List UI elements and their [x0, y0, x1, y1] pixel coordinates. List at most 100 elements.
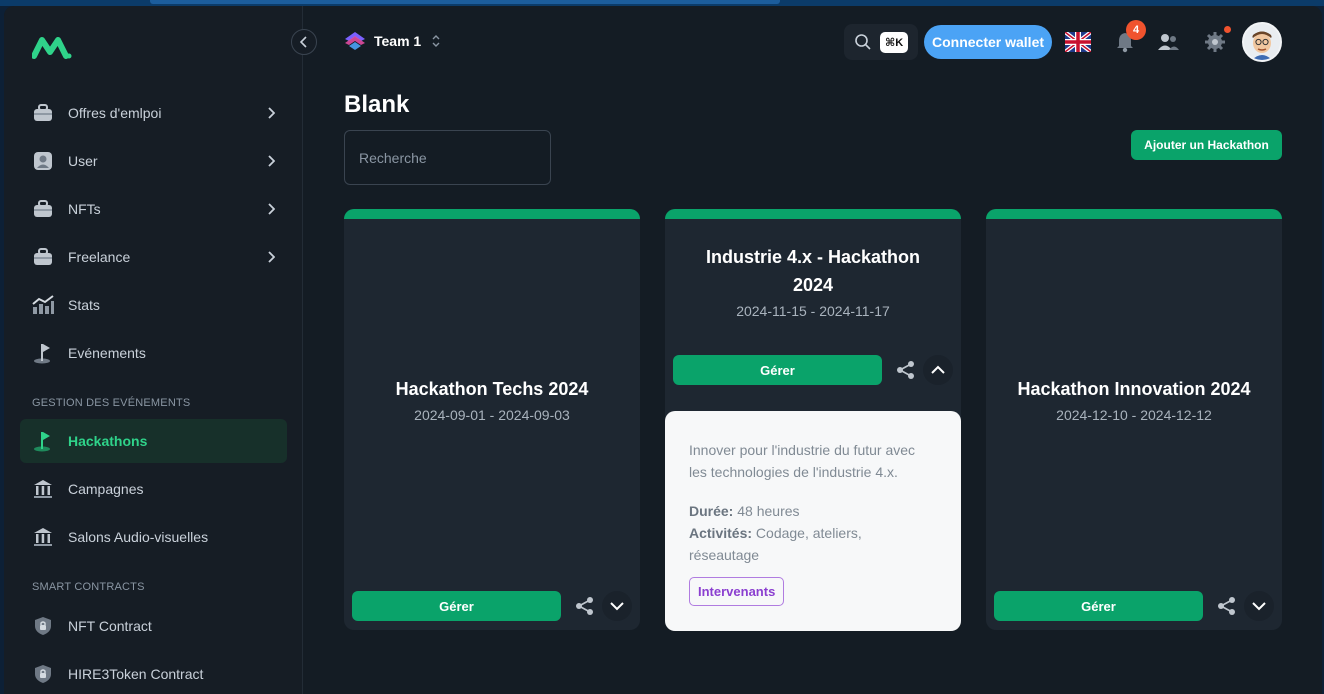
- hackathon-card: Hackathon Techs 2024 2024-09-01 - 2024-0…: [344, 209, 640, 630]
- activities-value-line2: réseautage: [689, 547, 760, 563]
- sidebar-item-label: Campagnes: [68, 481, 144, 497]
- intervenants-tag[interactable]: Intervenants: [689, 577, 785, 606]
- expand-button[interactable]: [602, 591, 632, 621]
- card-title: Hackathon Innovation 2024: [1017, 379, 1251, 399]
- language-flag-button[interactable]: [1064, 28, 1092, 56]
- page-title: Blank: [344, 91, 410, 118]
- activities-value: Codage, ateliers,: [755, 525, 862, 541]
- sidebar-item-label: Salons Audio-visuelles: [68, 529, 209, 545]
- sidebar-item-freelance[interactable]: Freelance: [20, 235, 287, 279]
- manage-button[interactable]: Gérer: [673, 355, 882, 385]
- expand-button[interactable]: [1244, 591, 1274, 621]
- search-input[interactable]: Recherche: [344, 130, 551, 185]
- duration-row: Durée: 48 heures: [689, 500, 939, 522]
- sidebar-item-salons[interactable]: Salons Audio-visuelles: [20, 515, 287, 559]
- add-hackathon-button[interactable]: Ajouter un Hackathon: [1131, 130, 1282, 160]
- card-title: Hackathon Techs 2024: [395, 379, 589, 399]
- chevron-updown-icon: [432, 35, 440, 47]
- sidebar-item-evenements[interactable]: Evénements: [20, 331, 287, 375]
- chevron-right-icon: [267, 106, 276, 124]
- share-icon[interactable]: [574, 595, 596, 617]
- sidebar-item-label: Stats: [68, 297, 100, 313]
- team-name: Team 1: [374, 33, 422, 49]
- bank-icon: [32, 526, 54, 548]
- card-dates: 2024-12-10 - 2024-12-12: [1056, 407, 1212, 423]
- lock-icon: [32, 615, 54, 637]
- sidebar-item-label: HIRE3Token Contract: [68, 666, 204, 682]
- duration-label: Durée:: [689, 503, 734, 519]
- flag-icon: [32, 342, 54, 364]
- sidebar-item-label: User: [68, 153, 98, 169]
- card-title-line1: Industrie 4.x - Hackathon: [705, 247, 921, 267]
- search-icon: [855, 34, 871, 50]
- sidebar-item-user[interactable]: User: [20, 139, 287, 183]
- hackathon-description: Innover pour l'industrie du futur avec l…: [689, 439, 939, 483]
- lock-icon: [32, 663, 54, 685]
- connect-wallet-button[interactable]: Connecter wallet: [924, 25, 1052, 59]
- chevron-right-icon: [267, 202, 276, 220]
- gear-icon: [1205, 32, 1225, 52]
- duration-value: 48 heures: [737, 503, 800, 519]
- sidebar-item-label: Offres d'emlpoi: [68, 105, 162, 121]
- sidebar-item-label: Hackathons: [68, 433, 148, 449]
- chevron-left-icon: [300, 36, 307, 48]
- section-title-contracts: SMART CONTRACTS: [32, 581, 145, 593]
- team-logo-icon: [345, 32, 365, 50]
- notification-count-badge: 4: [1126, 20, 1146, 40]
- sidebar-item-label: Evénements: [68, 345, 146, 361]
- hackathon-card: Hackathon Innovation 2024 2024-12-10 - 2…: [986, 209, 1282, 630]
- shortcut-badge: ⌘K: [880, 31, 909, 53]
- sidebar-item-campagnes[interactable]: Campagnes: [20, 467, 287, 511]
- card-dates: 2024-09-01 - 2024-09-03: [414, 407, 570, 423]
- card-accent-bar: [665, 209, 961, 219]
- uk-flag-icon: [1065, 32, 1091, 52]
- team-switcher[interactable]: Team 1: [344, 29, 441, 53]
- settings-indicator-dot: [1224, 26, 1231, 33]
- avatar-image: [1244, 24, 1280, 60]
- briefcase-icon: [32, 246, 54, 268]
- chevron-down-icon: [610, 602, 624, 611]
- avatar[interactable]: [1242, 22, 1282, 62]
- section-title-events: GESTION DES EVÉNEMENTS: [32, 397, 191, 409]
- users-icon: [1158, 34, 1179, 50]
- chart-icon: [32, 294, 54, 316]
- app-window: Offres d'emlpoi User NFTs Freelance Stat…: [4, 6, 1322, 694]
- app-logo[interactable]: [31, 34, 72, 60]
- chevron-right-icon: [267, 154, 276, 172]
- card-accent-bar: [986, 209, 1282, 219]
- search-placeholder: Recherche: [359, 149, 427, 166]
- sidebar-item-hackathons[interactable]: Hackathons: [20, 419, 287, 463]
- sidebar-collapse-button[interactable]: [291, 29, 317, 55]
- share-icon[interactable]: [895, 359, 917, 381]
- activities-label: Activités:: [689, 525, 753, 541]
- chevron-up-icon: [931, 365, 945, 374]
- sidebar-item-label: Freelance: [68, 249, 131, 265]
- chevron-down-icon: [1252, 602, 1266, 611]
- sidebar-item-nft-contract[interactable]: NFT Contract: [20, 604, 287, 648]
- briefcase-icon: [32, 198, 54, 220]
- sidebar-item-label: NFTs: [68, 201, 101, 217]
- sidebar-item-stats[interactable]: Stats: [20, 283, 287, 327]
- users-button[interactable]: [1154, 28, 1182, 56]
- share-icon[interactable]: [1216, 595, 1238, 617]
- bank-icon: [32, 478, 54, 500]
- browser-tab-strip: [150, 0, 780, 4]
- description-line: Innover pour l'industrie du futur avec: [689, 442, 916, 458]
- sidebar-item-offres[interactable]: Offres d'emlpoi: [20, 91, 287, 135]
- activities-row: Activités: Codage, ateliers, réseautage: [689, 522, 939, 566]
- manage-button[interactable]: Gérer: [994, 591, 1203, 621]
- flag-icon: [32, 430, 54, 452]
- card-accent-bar: [344, 209, 640, 219]
- chevron-right-icon: [267, 250, 276, 268]
- sidebar: Offres d'emlpoi User NFTs Freelance Stat…: [4, 6, 303, 694]
- card-title-line2: 2024: [792, 275, 834, 295]
- sidebar-item-nfts[interactable]: NFTs: [20, 187, 287, 231]
- collapse-button[interactable]: [923, 355, 953, 385]
- manage-button[interactable]: Gérer: [352, 591, 561, 621]
- user-icon: [32, 150, 54, 172]
- global-search-button[interactable]: ⌘K: [844, 24, 918, 60]
- card-dates: 2024-11-15 - 2024-11-17: [736, 303, 890, 319]
- sidebar-item-hire3token-contract[interactable]: HIRE3Token Contract: [20, 652, 287, 694]
- briefcase-icon: [32, 102, 54, 124]
- sidebar-item-label: NFT Contract: [68, 618, 152, 634]
